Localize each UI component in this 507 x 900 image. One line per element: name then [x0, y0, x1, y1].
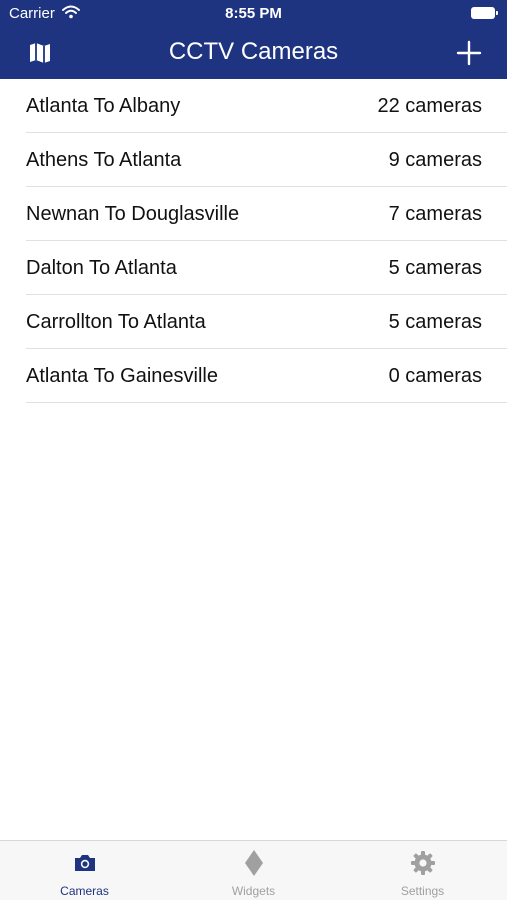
- camera-count: 0 cameras: [388, 365, 482, 387]
- tab-settings[interactable]: Settings: [338, 841, 507, 900]
- route-name: Atlanta To Gainesville: [26, 365, 218, 387]
- tab-widgets[interactable]: Widgets: [169, 841, 338, 900]
- camera-count: 9 cameras: [388, 149, 482, 171]
- tab-cameras[interactable]: Cameras: [0, 841, 169, 900]
- route-name: Atlanta To Albany: [26, 95, 181, 117]
- tab-label: Cameras: [60, 884, 109, 898]
- battery-icon: [471, 7, 498, 19]
- navigation-bar: CCTV Cameras: [0, 27, 507, 79]
- diamond-icon: [245, 850, 263, 876]
- route-name: Newnan To Douglasville: [26, 203, 240, 225]
- route-row-atlanta-gainesville[interactable]: Atlanta To Gainesville 0 cameras: [26, 349, 507, 403]
- tab-label: Settings: [400, 884, 445, 898]
- route-name: Athens To Atlanta: [26, 149, 182, 171]
- status-bar: Carrier 8:55 PM: [0, 0, 507, 27]
- tab-label: Widgets: [231, 884, 276, 898]
- gear-icon: [411, 851, 435, 875]
- top-bar: Carrier 8:55 PM CCTV Cameras: [0, 0, 507, 79]
- camera-count: 5 cameras: [388, 257, 482, 279]
- camera-count: 7 cameras: [388, 203, 482, 225]
- camera-count: 5 cameras: [388, 311, 482, 333]
- camera-count: 22 cameras: [377, 95, 483, 117]
- plus-icon[interactable]: [455, 39, 483, 67]
- route-name: Carrollton To Atlanta: [26, 311, 206, 333]
- route-row-newnan-douglasville[interactable]: Newnan To Douglasville 7 cameras: [26, 187, 507, 241]
- route-row-carrollton-atlanta[interactable]: Carrollton To Atlanta 5 cameras: [26, 295, 507, 349]
- route-row-athens-atlanta[interactable]: Athens To Atlanta 9 cameras: [26, 133, 507, 187]
- tab-bar: Cameras Widgets Settings: [0, 840, 507, 900]
- page-title: CCTV Cameras: [168, 38, 339, 65]
- route-row-atlanta-albany[interactable]: Atlanta To Albany 22 cameras: [26, 79, 507, 133]
- camera-icon: [75, 855, 95, 871]
- route-list: Atlanta To Albany 22 cameras Athens To A…: [0, 79, 507, 403]
- status-time: 8:55 PM: [225, 5, 282, 22]
- route-row-dalton-atlanta[interactable]: Dalton To Atlanta 5 cameras: [26, 241, 507, 295]
- route-name: Dalton To Atlanta: [26, 257, 177, 279]
